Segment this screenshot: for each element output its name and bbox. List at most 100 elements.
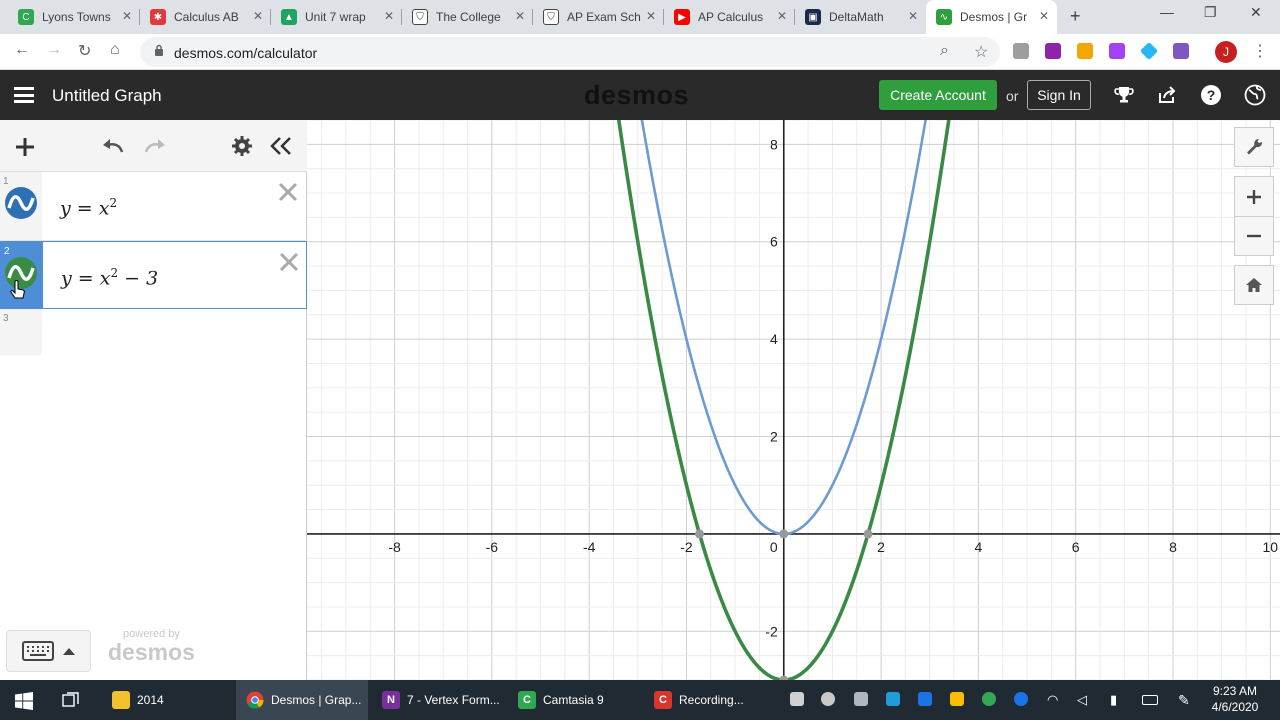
expression-row-1[interactable]: 1 y = x2 (0, 172, 307, 241)
tab-favicon: C (18, 9, 34, 25)
forward-icon[interactable]: → (46, 41, 62, 59)
taskbar-item-onenote[interactable]: N 7 - Vertex Form... (374, 680, 506, 720)
graph-canvas[interactable]: -8 -6 -4 -2 0 2 4 6 8 10 -2 2 4 6 8 (307, 120, 1280, 680)
tab-deltamath[interactable]: ▣ DeltaMath ✕ (795, 0, 926, 34)
task-view-icon[interactable] (62, 692, 80, 708)
zoom-out-button[interactable] (1234, 216, 1274, 256)
y-tick-label: 6 (770, 234, 778, 250)
x-tick-label: 10 (1262, 539, 1278, 555)
chrome-icon (246, 691, 264, 709)
tab-ap-calculus[interactable]: ▶ AP Calculus ✕ (664, 0, 795, 34)
taskbar-item-chrome[interactable]: Desmos | Grap... (236, 680, 368, 720)
taskbar-item-camtasia[interactable]: C Camtasia 9 (510, 680, 642, 720)
undo-icon[interactable] (100, 136, 126, 156)
windows-start-icon[interactable] (15, 692, 33, 710)
extension-icon[interactable] (1109, 43, 1125, 59)
powered-by-desmos: powered by desmos (108, 628, 195, 665)
close-icon[interactable]: ✕ (253, 9, 263, 23)
tab-ap-exam[interactable]: ⛉ AP Exam Sch ✕ (533, 0, 664, 34)
expression-math[interactable]: y = x2 (60, 196, 117, 219)
settings-gear-icon[interactable] (231, 135, 253, 157)
tab-calculus-ab[interactable]: ✱ Calculus AB ✕ (140, 0, 271, 34)
tray-app-icon[interactable] (886, 692, 900, 706)
trophy-icon[interactable] (1113, 84, 1135, 106)
bookmark-star-icon[interactable]: ☆ (974, 42, 988, 62)
back-icon[interactable]: ← (14, 41, 30, 59)
expression-math[interactable]: y = x2 − 3 (61, 266, 158, 289)
graph-settings-button[interactable] (1234, 127, 1274, 167)
taskbar-item-folder[interactable]: 2014 (104, 680, 228, 720)
tab-unit7[interactable]: ▲ Unit 7 wrap ✕ (271, 0, 402, 34)
tray-app-icon[interactable] (790, 692, 804, 706)
pen-icon[interactable]: ✎ (1178, 692, 1192, 708)
close-icon[interactable]: ✕ (1039, 9, 1049, 23)
tray-app-icon[interactable] (918, 692, 932, 706)
close-icon[interactable]: ✕ (646, 9, 656, 23)
x-tick-label: 2 (877, 539, 885, 555)
tab-lyons[interactable]: C Lyons Towns ✕ (8, 0, 140, 34)
trophy-extension-icon[interactable] (1077, 43, 1093, 59)
x-tick-label: 6 (1072, 539, 1080, 555)
restore-icon[interactable]: ❐ (1204, 4, 1217, 21)
x-tick-label: -6 (486, 539, 499, 555)
taskbar-label: Recording... (679, 693, 744, 707)
tab-title: Desmos | Gr (960, 10, 1028, 24)
tab-desmos[interactable]: ∿ Desmos | Gr ✕ (926, 0, 1057, 34)
pdf-extension-icon[interactable] (1173, 43, 1189, 59)
point-of-interest (863, 529, 873, 539)
tab-college-board[interactable]: ⛉ The College ✕ (402, 0, 533, 34)
zoom-in-button[interactable] (1234, 176, 1274, 216)
keyboard-toggle-button[interactable] (6, 630, 91, 672)
window-close-icon[interactable]: ✕ (1250, 4, 1262, 21)
menu-kebab-icon[interactable]: ⋮ (1252, 41, 1268, 61)
graph-paper[interactable]: -8 -6 -4 -2 0 2 4 6 8 10 -2 2 4 6 8 (307, 120, 1280, 680)
share-icon[interactable] (1156, 84, 1178, 106)
volume-icon[interactable]: ◁ (1077, 692, 1091, 707)
close-icon[interactable]: ✕ (515, 9, 525, 23)
home-icon[interactable]: ⌂ (110, 41, 120, 59)
graph-title[interactable]: Untitled Graph (52, 86, 162, 106)
extension-icon[interactable] (1139, 41, 1159, 61)
collapse-chevron-icon[interactable] (270, 136, 292, 156)
system-clock[interactable]: 9:23 AM 4/6/2020 (1205, 683, 1265, 715)
default-viewport-button[interactable] (1234, 265, 1274, 305)
hamburger-menu-icon[interactable] (14, 87, 34, 103)
close-icon[interactable]: ✕ (777, 9, 787, 23)
curve-color-toggle-icon[interactable] (4, 186, 38, 220)
taskbar-item-recording[interactable]: C Recording... (646, 680, 778, 720)
add-item-icon[interactable] (14, 136, 36, 158)
tray-app-icon[interactable] (821, 692, 835, 706)
delete-expression-icon[interactable] (276, 180, 300, 204)
expression-row-3[interactable]: 3 (0, 309, 307, 355)
help-icon[interactable]: ? (1200, 84, 1222, 106)
home-icon (1246, 278, 1262, 292)
extension-icon[interactable] (1045, 43, 1061, 59)
security-shield-icon[interactable] (950, 692, 964, 706)
reload-icon[interactable]: ↻ (78, 41, 91, 61)
redo-icon[interactable] (142, 136, 168, 156)
expression-gutter: 3 (0, 309, 42, 355)
profile-avatar[interactable]: J (1215, 41, 1237, 63)
globe-icon[interactable] (1244, 84, 1266, 106)
extension-icon[interactable] (1013, 43, 1029, 59)
new-tab-button[interactable]: + (1070, 6, 1081, 27)
expression-row-2[interactable]: 2 y = x2 − 3 (0, 241, 307, 309)
usb-icon[interactable]: ▮ (1110, 692, 1124, 707)
tray-app-icon[interactable] (982, 692, 996, 706)
address-bar[interactable]: desmos.com/calculator ⌕ ☆ (140, 37, 1000, 67)
wifi-icon[interactable]: ◠ (1047, 692, 1061, 707)
y-tick-label: 4 (770, 331, 778, 347)
zoom-icon[interactable]: ⌕ (940, 42, 949, 60)
sign-in-button[interactable]: Sign In (1027, 80, 1091, 110)
delete-expression-icon[interactable] (277, 250, 301, 274)
close-icon[interactable]: ✕ (384, 9, 394, 23)
create-account-button[interactable]: Create Account (879, 80, 997, 110)
battery-icon[interactable] (1142, 695, 1158, 705)
tray-app-icon[interactable] (854, 692, 868, 706)
minimize-icon[interactable]: — (1160, 4, 1174, 20)
expression-number: 3 (3, 313, 9, 324)
close-icon[interactable]: ✕ (908, 9, 918, 23)
close-icon[interactable]: ✕ (122, 9, 132, 23)
x-tick-label: -4 (583, 539, 596, 555)
bluetooth-icon[interactable] (1014, 692, 1028, 706)
